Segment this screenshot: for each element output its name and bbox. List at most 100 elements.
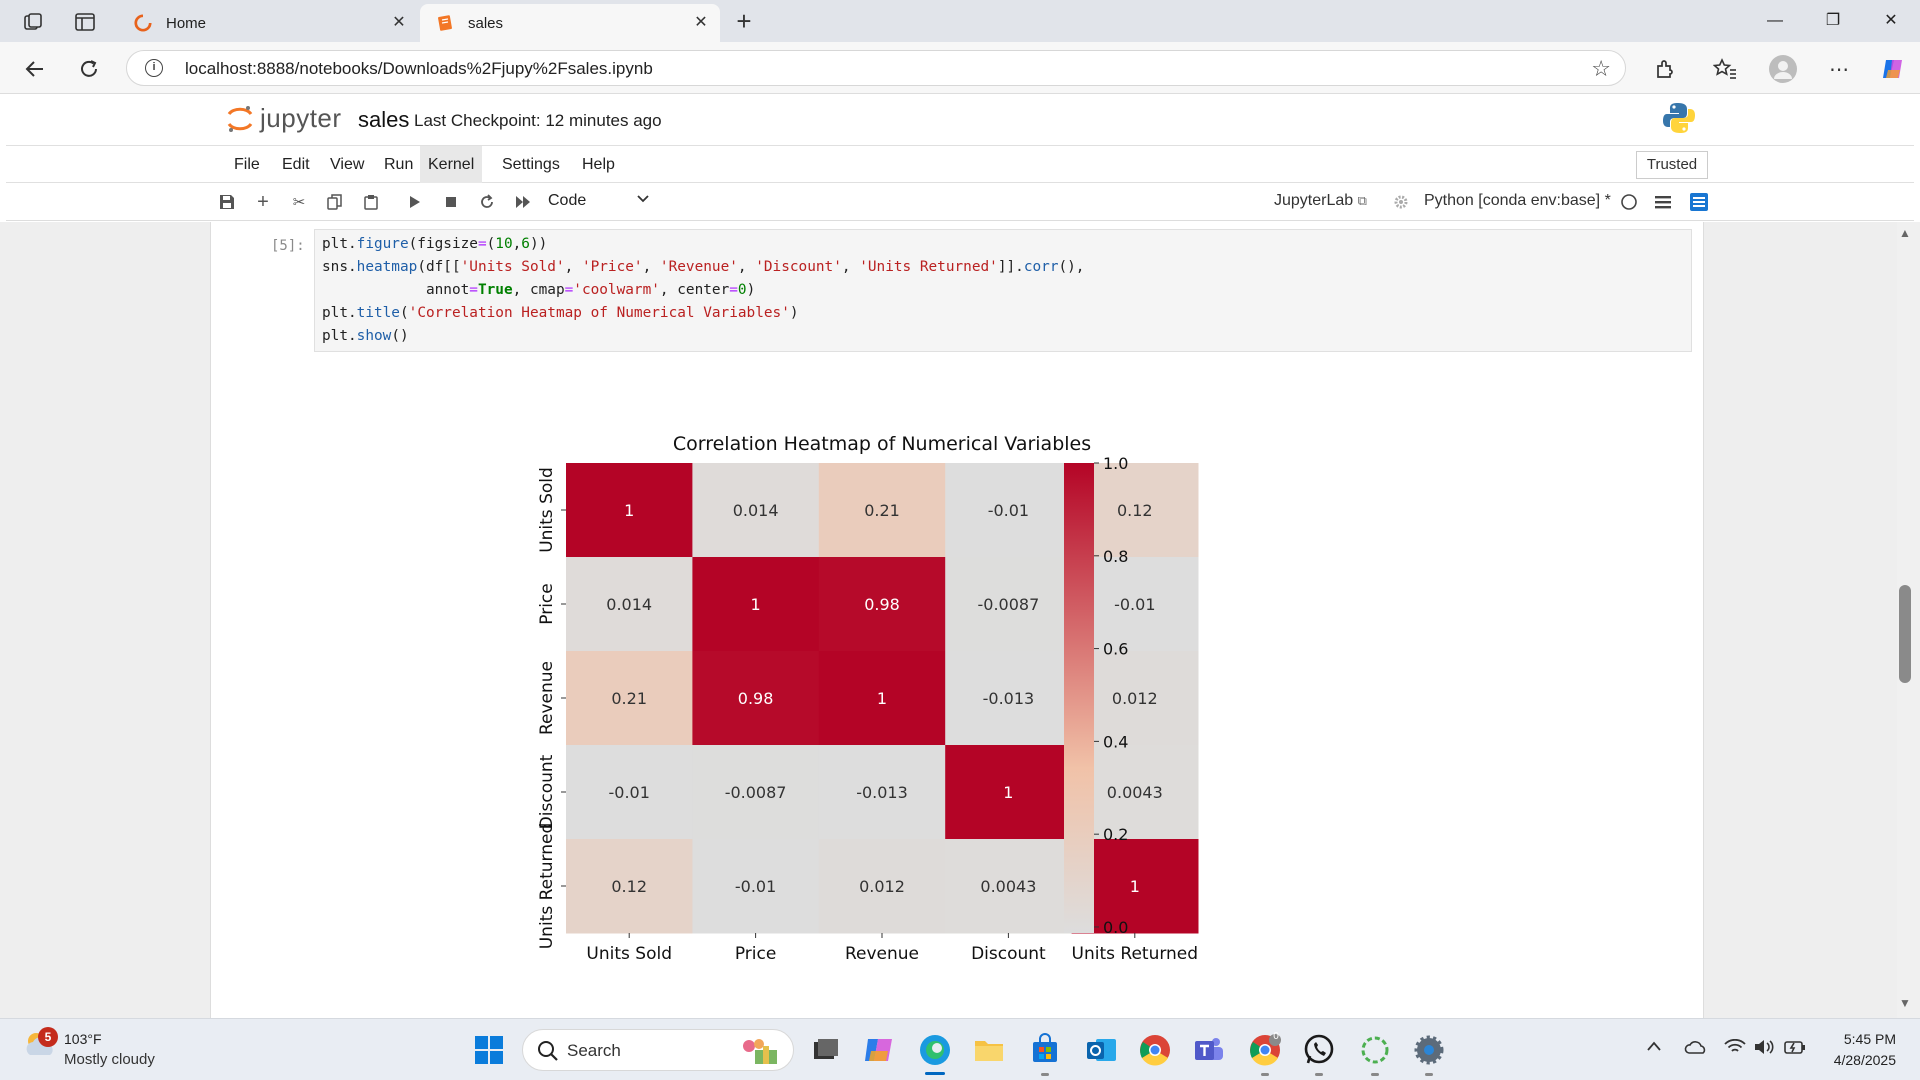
- toc-icon[interactable]: [1652, 191, 1674, 213]
- x-tick-label: Discount: [971, 944, 1046, 964]
- new-tab-button[interactable]: +: [730, 8, 758, 36]
- scroll-up-arrow-icon[interactable]: ▲: [1898, 226, 1912, 240]
- run-all-icon[interactable]: [512, 191, 534, 213]
- edge-browser-icon[interactable]: [918, 1033, 952, 1067]
- code-line-1: plt.figure(figsize=(10,6)): [322, 236, 548, 252]
- refresh-icon[interactable]: [74, 54, 104, 84]
- clock-time[interactable]: 5:45 PM: [1826, 1031, 1896, 1047]
- url-text[interactable]: localhost:8888/notebooks/Downloads%2Fjup…: [185, 59, 653, 79]
- notebook-toolbar: + ✂ Code JupyterLab ⧉ Python [conda env:…: [6, 183, 1914, 221]
- progress-app-icon[interactable]: [1358, 1033, 1392, 1067]
- heatmap-cell-annotation: 0.12: [1117, 501, 1153, 520]
- jupyterlab-link[interactable]: JupyterLab ⧉: [1274, 192, 1367, 210]
- jupyter-logo[interactable]: jupyter: [226, 103, 342, 134]
- stop-kernel-icon[interactable]: [440, 191, 462, 213]
- cut-icon[interactable]: ✂: [288, 191, 310, 213]
- wifi-icon[interactable]: [1724, 1038, 1746, 1060]
- menu-edit[interactable]: Edit: [274, 146, 318, 183]
- copilot-taskbar-icon[interactable]: [862, 1033, 896, 1067]
- teams-icon[interactable]: [1192, 1033, 1226, 1067]
- cell-prompt: [5]:: [271, 238, 305, 254]
- volume-icon[interactable]: [1754, 1039, 1776, 1060]
- profile-avatar-icon[interactable]: [1768, 54, 1798, 84]
- close-window-button[interactable]: ✕: [1868, 6, 1914, 36]
- colorbar-tick-label: 0.4: [1103, 732, 1128, 751]
- site-info-icon[interactable]: i: [145, 59, 163, 77]
- url-field[interactable]: i localhost:8888/notebooks/Downloads%2Fj…: [126, 50, 1626, 86]
- settings-app-icon[interactable]: [1412, 1033, 1446, 1067]
- minimize-button[interactable]: —: [1752, 6, 1798, 36]
- heatmap-cell-annotation: -0.0087: [978, 595, 1040, 614]
- clock-date[interactable]: 4/28/2025: [1810, 1052, 1896, 1068]
- weather-alert-badge: 5: [38, 1027, 58, 1047]
- jupyter-logo-text: jupyter: [260, 103, 342, 133]
- menu-file[interactable]: File: [226, 146, 268, 183]
- scrollbar-thumb[interactable]: [1899, 585, 1911, 683]
- heatmap-cell-annotation: 0.98: [864, 595, 900, 614]
- insert-cell-icon[interactable]: +: [252, 191, 274, 213]
- running-indicator: [1371, 1073, 1379, 1076]
- heatmap-chart: Correlation Heatmap of Numerical Variabl…: [537, 433, 1199, 964]
- heatmap-cell-annotation: -0.0087: [725, 783, 787, 802]
- windows-start-icon[interactable]: [472, 1033, 506, 1067]
- tab-home[interactable]: Home ✕: [118, 4, 418, 42]
- close-tab-icon[interactable]: ✕: [390, 14, 408, 32]
- menu-settings[interactable]: Settings: [494, 146, 568, 183]
- extensions-icon[interactable]: [1650, 54, 1680, 84]
- menu-run[interactable]: Run: [376, 146, 421, 183]
- restart-kernel-icon[interactable]: [476, 191, 498, 213]
- microsoft-store-icon[interactable]: [1028, 1033, 1062, 1067]
- vertical-tabs-icon[interactable]: [70, 8, 100, 36]
- taskbar-search-box[interactable]: Search: [522, 1029, 794, 1071]
- last-checkpoint: Last Checkpoint: 12 minutes ago: [414, 111, 662, 130]
- run-cell-icon[interactable]: [404, 191, 426, 213]
- jupyter-logo-icon: [227, 105, 253, 132]
- menu-view[interactable]: View: [322, 146, 372, 183]
- restore-button[interactable]: ❐: [1810, 6, 1856, 36]
- heatmap-cell-annotation: 0.12: [611, 877, 647, 896]
- trusted-indicator[interactable]: Trusted: [1636, 151, 1708, 179]
- y-tick-label: Price: [537, 583, 557, 624]
- active-app-indicator: [925, 1072, 945, 1075]
- tab-label: sales: [468, 14, 504, 32]
- save-icon[interactable]: [216, 191, 238, 213]
- battery-icon[interactable]: [1784, 1039, 1806, 1060]
- file-explorer-icon[interactable]: [972, 1033, 1006, 1067]
- outlook-icon[interactable]: [1084, 1033, 1118, 1067]
- code-cell-editor[interactable]: plt.figure(figsize=(10,6)) sns.heatmap(d…: [314, 229, 1692, 352]
- cell-type-select[interactable]: Code: [548, 192, 586, 210]
- settings-gear-icon[interactable]: [1390, 191, 1412, 213]
- onedrive-cloud-icon[interactable]: [1684, 1039, 1708, 1060]
- menu-kernel[interactable]: Kernel: [420, 146, 483, 183]
- heatmap-cell-annotation: -0.01: [1114, 595, 1155, 614]
- copilot-icon[interactable]: [1878, 54, 1908, 84]
- kernel-status-icon: [1618, 191, 1640, 213]
- paste-icon[interactable]: [360, 191, 382, 213]
- kernel-name[interactable]: Python [conda env:base] *: [1424, 192, 1611, 210]
- x-tick-label: Revenue: [845, 944, 919, 964]
- chrome-icon[interactable]: [1138, 1033, 1172, 1067]
- jupyter-header: jupyter sales Last Checkpoint: 12 minute…: [6, 95, 1914, 145]
- show-hidden-icons-chevron-icon[interactable]: [1646, 1039, 1662, 1057]
- tab-sales[interactable]: sales ✕: [420, 4, 720, 42]
- heatmap-cell-annotation: 1: [1130, 877, 1140, 896]
- chevron-down-icon[interactable]: [636, 191, 650, 207]
- notebook-title[interactable]: sales: [358, 107, 409, 133]
- task-view-icon[interactable]: [808, 1033, 842, 1067]
- whatsapp-icon[interactable]: [1302, 1033, 1336, 1067]
- scroll-down-arrow-icon[interactable]: ▼: [1898, 996, 1912, 1010]
- x-tick-label: Price: [735, 944, 776, 964]
- chrome-profile-icon[interactable]: 0: [1248, 1031, 1282, 1067]
- colorbar-tick-label: 0.6: [1103, 640, 1128, 659]
- menu-help[interactable]: Help: [574, 146, 623, 183]
- more-options-icon[interactable]: ⋯: [1824, 54, 1854, 84]
- property-inspector-icon[interactable]: [1688, 191, 1710, 213]
- copy-icon[interactable]: [324, 191, 346, 213]
- colorbar-tick-label: 0.0: [1103, 918, 1128, 937]
- favorite-star-icon[interactable]: ☆: [1591, 56, 1611, 82]
- code-line-2: sns.heatmap(df[['Units Sold', 'Price', '…: [322, 259, 1085, 275]
- back-arrow-icon[interactable]: [20, 54, 50, 84]
- close-tab-icon[interactable]: ✕: [692, 14, 710, 32]
- favorites-icon[interactable]: [1710, 54, 1740, 84]
- workspaces-icon[interactable]: [18, 8, 48, 36]
